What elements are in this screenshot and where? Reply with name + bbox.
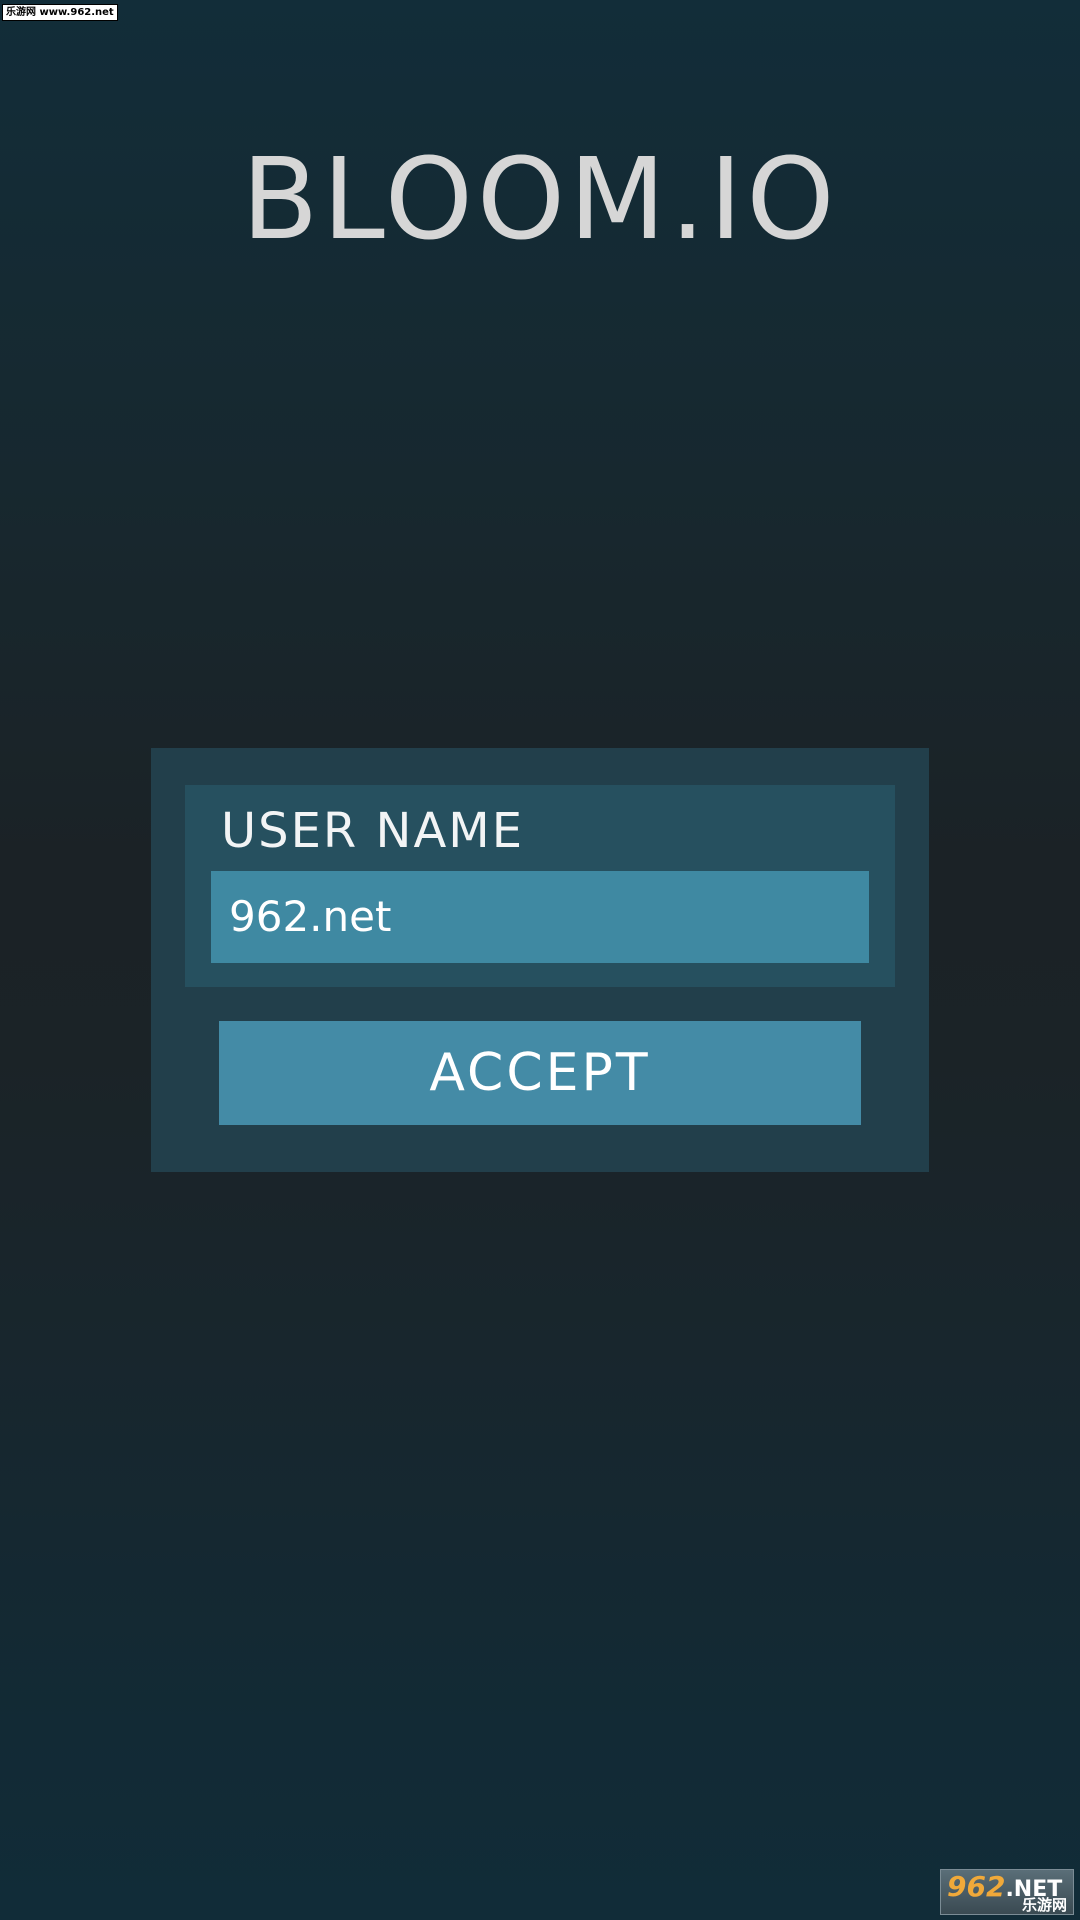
logo-sub-text: 乐游网 — [1021, 1896, 1067, 1914]
accept-button[interactable]: ACCEPT — [219, 1021, 861, 1125]
username-card: USER NAME — [185, 785, 895, 987]
username-label: USER NAME — [221, 803, 525, 859]
logo-number: 962 — [947, 1870, 1006, 1903]
watermark-logo: 962.NET 乐游网 — [940, 1869, 1074, 1915]
game-title: BLOOM.IO — [241, 135, 839, 265]
username-input[interactable] — [211, 871, 869, 963]
login-panel: USER NAME ACCEPT — [151, 748, 929, 1172]
watermark-label: 乐游网 www.962.net — [2, 4, 118, 21]
